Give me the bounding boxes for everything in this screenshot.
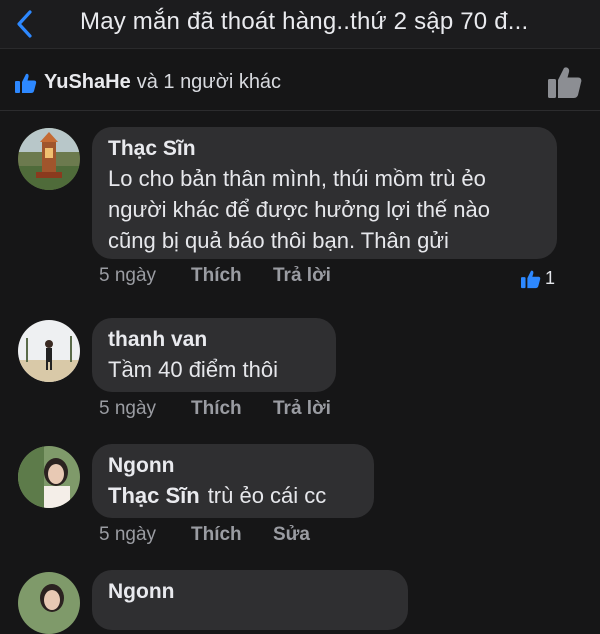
avatar[interactable] bbox=[18, 446, 80, 508]
reply-button[interactable]: Trả lời bbox=[273, 265, 355, 287]
post-title: May mắn đã thoát hàng..thứ 2 sập 70 đ... bbox=[80, 8, 529, 35]
mention-link[interactable]: Thạc Sĩn bbox=[108, 483, 200, 508]
comment-bubble[interactable]: Ngonn bbox=[92, 570, 408, 630]
liker-name[interactable]: YuShaHe bbox=[44, 71, 131, 94]
thumbs-up-icon bbox=[548, 67, 582, 98]
comment-text: Thạc Sĩn trù ẻo cái cc bbox=[108, 480, 358, 511]
reaction-number: 1 bbox=[545, 268, 556, 288]
avatar[interactable] bbox=[18, 320, 80, 382]
comment-time: 5 ngày bbox=[99, 265, 157, 286]
top-bar: May mắn đã thoát hàng..thứ 2 sập 70 đ... bbox=[0, 0, 600, 49]
like-comment-button[interactable]: Thích bbox=[191, 265, 273, 287]
reply-button[interactable]: Trả lời bbox=[273, 398, 355, 420]
comment-author[interactable]: Ngonn bbox=[108, 578, 392, 606]
comment-text-line: Tầm 40 điểm thôi bbox=[108, 357, 278, 382]
comment-bubble[interactable]: Ngonn Thạc Sĩn trù ẻo cái cc bbox=[92, 444, 374, 518]
chevron-left-icon bbox=[17, 10, 32, 38]
avatar[interactable] bbox=[18, 128, 80, 190]
back-button[interactable] bbox=[10, 6, 40, 42]
comment-author[interactable]: Thạc Sĩn bbox=[108, 135, 541, 163]
like-icon bbox=[15, 73, 37, 93]
like-post-button[interactable] bbox=[546, 66, 584, 102]
avatar[interactable] bbox=[18, 572, 80, 634]
comment-bubble[interactable]: thanh van Tầm 40 điểm thôi bbox=[92, 318, 336, 392]
comment-time: 5 ngày bbox=[99, 524, 157, 545]
comment-time: 5 ngày bbox=[99, 398, 157, 419]
comment-bubble[interactable]: Thạc Sĩn Lo cho bản thân mình, thúi mồm … bbox=[92, 127, 557, 259]
reaction-count[interactable]: 1 bbox=[520, 268, 555, 289]
likers-others[interactable]: và 1 người khác bbox=[137, 71, 281, 94]
comment-text-line: trù ẻo cái cc bbox=[207, 483, 327, 508]
like-comment-button[interactable]: Thích bbox=[191, 524, 273, 546]
comment-author[interactable]: thanh van bbox=[108, 326, 320, 354]
comment-text-line: Lo cho bản thân mình, thúi mồm trù ẻo bbox=[108, 166, 486, 191]
like-icon bbox=[521, 270, 541, 288]
edit-button[interactable]: Sửa bbox=[273, 524, 355, 546]
likes-summary[interactable]: YuShaHe và 1 người khác bbox=[0, 56, 600, 111]
comment-author[interactable]: Ngonn bbox=[108, 452, 358, 480]
comment-text-line: người khác để được hưởng lợi thế nào bbox=[108, 197, 490, 222]
like-comment-button[interactable]: Thích bbox=[191, 398, 273, 420]
comment-text-line: cũng bị quả báo thôi bạn. Thân gửi bbox=[108, 228, 449, 253]
